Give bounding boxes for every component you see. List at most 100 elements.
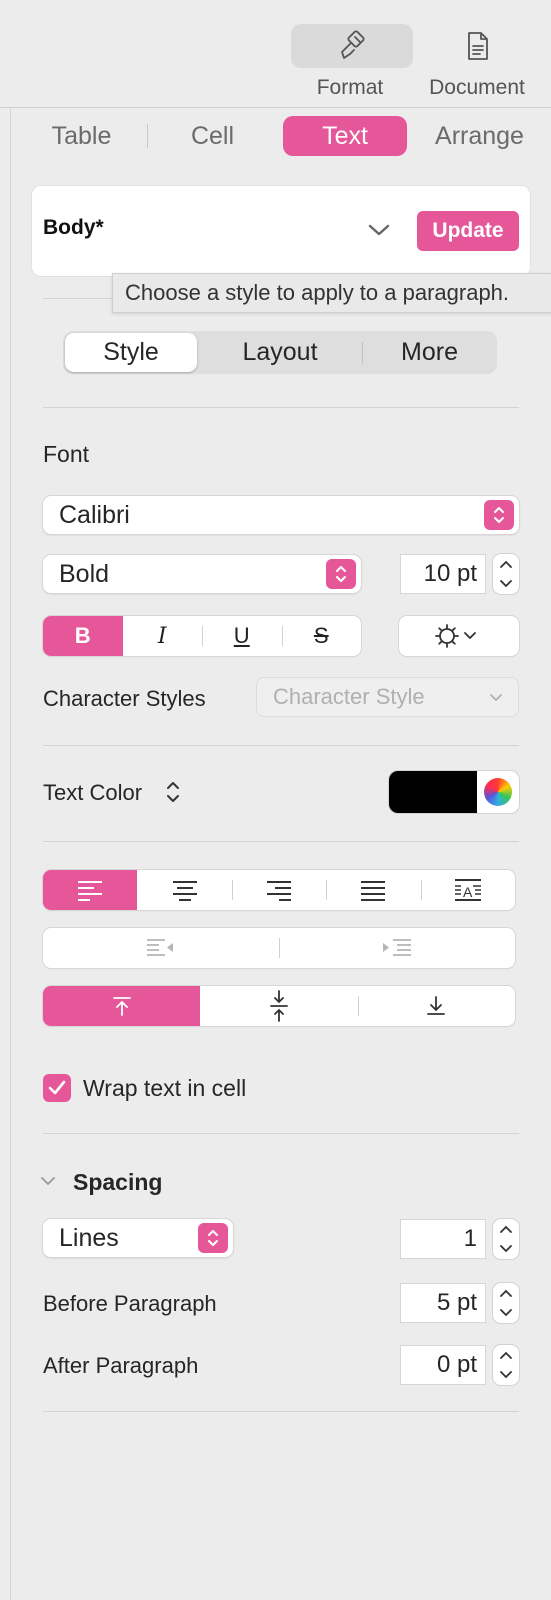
svg-text:A: A bbox=[463, 884, 473, 900]
underline-button[interactable]: U bbox=[202, 616, 282, 656]
paragraph-style-name[interactable]: Body* bbox=[43, 216, 104, 240]
subtab-more[interactable]: More bbox=[364, 333, 495, 372]
justify-icon bbox=[361, 881, 386, 901]
tab-text[interactable]: Text bbox=[283, 116, 407, 156]
before-paragraph-label: Before Paragraph bbox=[43, 1291, 217, 1316]
before-paragraph-field[interactable]: 5 pt bbox=[401, 1284, 485, 1322]
align-center-icon bbox=[172, 881, 197, 901]
vertical-alignment-control bbox=[43, 986, 515, 1026]
update-style-button[interactable]: Update bbox=[417, 211, 519, 251]
divider bbox=[43, 1411, 519, 1412]
align-bottom-button[interactable] bbox=[357, 986, 515, 1026]
gear-icon bbox=[435, 624, 476, 648]
italic-button[interactable]: I bbox=[123, 616, 203, 656]
character-style-placeholder: Character Style bbox=[273, 684, 425, 709]
text-options-button[interactable] bbox=[399, 616, 519, 656]
divider bbox=[43, 745, 519, 746]
popup-arrows-icon[interactable] bbox=[198, 1223, 228, 1253]
font-size-field[interactable]: 10 pt bbox=[401, 555, 485, 593]
chevron-down-icon bbox=[490, 694, 502, 702]
font-family-popup[interactable]: Calibri bbox=[43, 496, 519, 534]
tab-cell[interactable]: Cell bbox=[160, 116, 265, 156]
align-middle-button[interactable] bbox=[200, 986, 357, 1026]
chevron-down-icon[interactable] bbox=[498, 579, 514, 589]
color-wheel-icon[interactable] bbox=[484, 778, 512, 806]
underline-glyph: U bbox=[233, 623, 250, 648]
indent-control bbox=[43, 928, 515, 968]
align-left-button[interactable] bbox=[43, 870, 138, 910]
tooltip: Choose a style to apply to a paragraph. bbox=[112, 273, 551, 313]
chevron-down-icon[interactable] bbox=[498, 1370, 514, 1380]
tab-table[interactable]: Table bbox=[30, 116, 133, 156]
align-right-icon bbox=[267, 881, 292, 901]
document-button[interactable] bbox=[417, 24, 539, 68]
justify-button[interactable] bbox=[326, 870, 420, 910]
format-button[interactable] bbox=[291, 24, 413, 68]
sidebar-border bbox=[10, 108, 11, 1600]
align-right-button[interactable] bbox=[231, 870, 326, 910]
line-spacing-mode: Lines bbox=[59, 1223, 119, 1252]
document-label[interactable]: Document bbox=[407, 76, 547, 100]
chevron-down-icon[interactable] bbox=[498, 1308, 514, 1318]
wrap-text-checkbox[interactable] bbox=[43, 1074, 71, 1102]
subtab-divider bbox=[362, 342, 363, 364]
align-top-button[interactable] bbox=[43, 986, 201, 1026]
text-color-label[interactable]: Text Color bbox=[43, 780, 142, 806]
paintbrush-icon bbox=[341, 30, 365, 59]
divider bbox=[43, 1133, 519, 1134]
font-size-stepper[interactable] bbox=[493, 554, 519, 594]
decrease-indent-icon bbox=[147, 939, 173, 956]
typeface-value: Bold bbox=[59, 559, 110, 588]
divider bbox=[43, 407, 519, 408]
before-paragraph-stepper[interactable] bbox=[493, 1283, 519, 1323]
auto-align-button[interactable]: A bbox=[420, 870, 515, 910]
character-style-popup[interactable]: Character Style bbox=[256, 677, 519, 717]
divider bbox=[43, 841, 519, 842]
after-paragraph-stepper[interactable] bbox=[493, 1345, 519, 1385]
tab-divider bbox=[147, 124, 148, 148]
wrap-text-label[interactable]: Wrap text in cell bbox=[83, 1075, 246, 1102]
chevron-up-icon[interactable] bbox=[498, 1224, 514, 1234]
chevron-up-icon[interactable] bbox=[498, 1350, 514, 1360]
popup-arrows-icon[interactable] bbox=[326, 559, 356, 589]
align-middle-icon bbox=[270, 990, 288, 1022]
align-center-button[interactable] bbox=[137, 870, 231, 910]
spacing-heading[interactable]: Spacing bbox=[73, 1169, 162, 1196]
color-swatch[interactable] bbox=[389, 771, 477, 813]
bold-glyph: B bbox=[74, 623, 91, 648]
disclosure-chevron-icon[interactable] bbox=[39, 1174, 57, 1188]
format-label[interactable]: Format bbox=[280, 76, 420, 100]
popup-arrows-icon[interactable] bbox=[484, 500, 514, 530]
checkmark-icon bbox=[48, 1080, 66, 1095]
character-styles-label: Character Styles bbox=[43, 686, 206, 711]
auto-align-icon: A bbox=[454, 879, 481, 901]
chevron-down-icon[interactable] bbox=[498, 1244, 514, 1254]
strikethrough-glyph: S bbox=[313, 623, 329, 648]
subtab-layout[interactable]: Layout bbox=[200, 333, 360, 372]
after-paragraph-field[interactable]: 0 pt bbox=[401, 1346, 485, 1384]
subtab-style[interactable]: Style bbox=[65, 333, 197, 372]
align-bottom-icon bbox=[427, 996, 446, 1015]
horizontal-alignment-control: A bbox=[43, 870, 515, 910]
align-top-icon bbox=[112, 997, 131, 1016]
decrease-indent-button[interactable] bbox=[43, 928, 279, 968]
document-icon bbox=[468, 32, 488, 60]
tab-arrange[interactable]: Arrange bbox=[421, 116, 538, 156]
typeface-popup[interactable]: Bold bbox=[43, 555, 361, 593]
text-color-well[interactable] bbox=[389, 771, 519, 813]
increase-indent-icon bbox=[383, 939, 411, 956]
line-spacing-field[interactable]: 1 bbox=[401, 1220, 485, 1258]
increase-indent-button[interactable] bbox=[279, 928, 515, 968]
chevron-up-icon[interactable] bbox=[498, 1288, 514, 1298]
chevron-up-icon[interactable] bbox=[498, 559, 514, 569]
up-down-arrows-icon[interactable] bbox=[164, 779, 182, 805]
bold-button[interactable]: B bbox=[43, 616, 123, 656]
font-family-value: Calibri bbox=[59, 500, 130, 529]
align-left-icon bbox=[78, 881, 103, 901]
italic-glyph: I bbox=[157, 623, 167, 649]
font-heading: Font bbox=[43, 441, 90, 467]
font-style-buttons: B I U S bbox=[43, 616, 361, 656]
line-spacing-stepper[interactable] bbox=[493, 1219, 519, 1259]
chevron-down-icon[interactable] bbox=[367, 222, 391, 238]
strikethrough-button[interactable]: S bbox=[281, 616, 362, 656]
